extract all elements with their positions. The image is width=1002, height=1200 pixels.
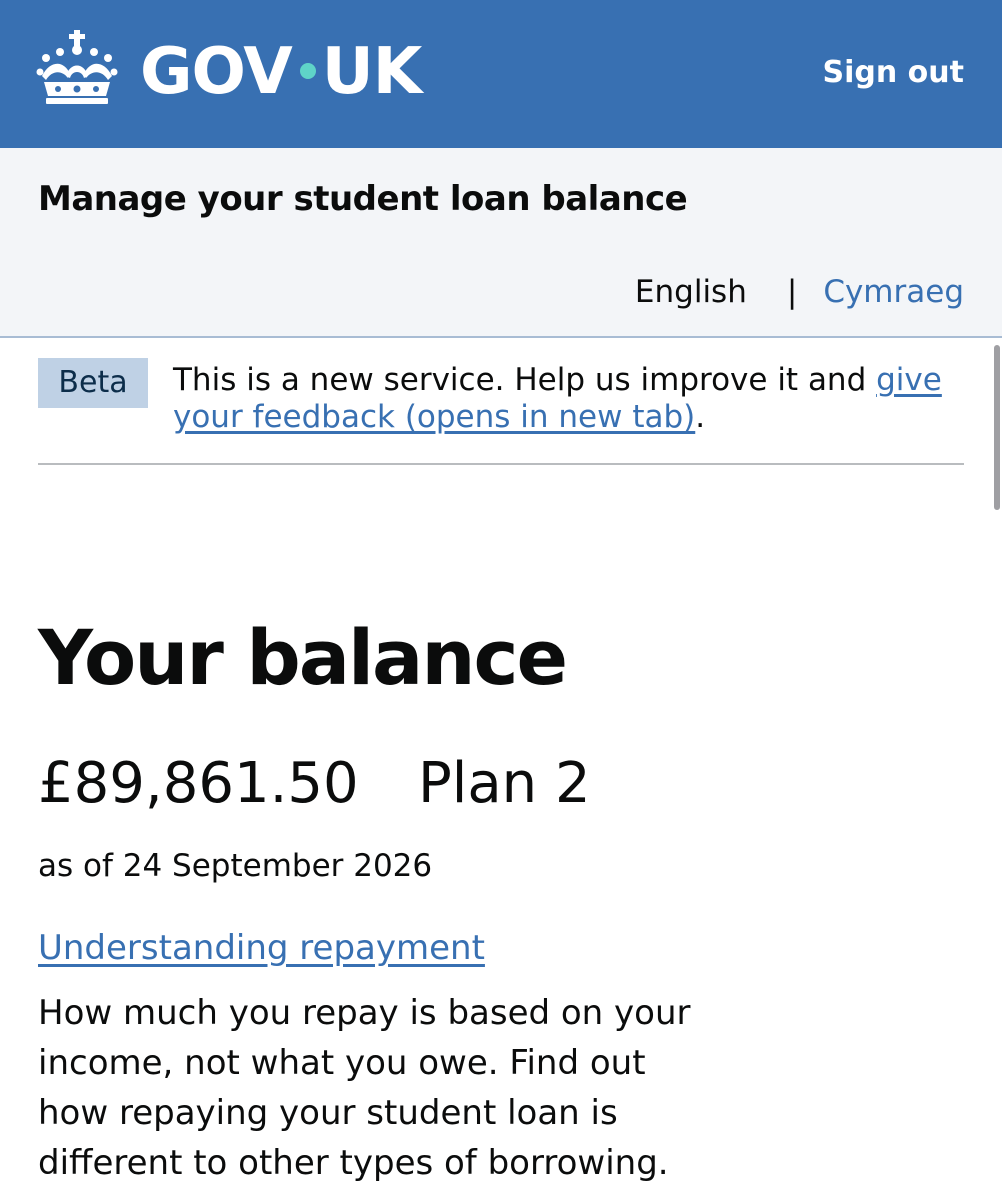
understanding-repayment-link[interactable]: Understanding repayment <box>38 926 485 970</box>
logo-text-uk: UK <box>321 35 423 109</box>
phase-banner-divider <box>38 463 964 465</box>
scrollbar-thumb[interactable] <box>994 345 1000 510</box>
beta-tag: Beta <box>38 358 148 408</box>
language-cymraeg-link[interactable]: Cymraeg <box>823 274 964 310</box>
sign-out-link[interactable]: Sign out <box>823 54 964 92</box>
balance-date: as of 24 September 2026 <box>38 848 433 884</box>
phase-banner-message: This is a new service. Help us improve i… <box>173 362 877 398</box>
service-header: Manage your student loan balance English… <box>0 148 1002 338</box>
crown-icon <box>36 30 118 104</box>
service-name[interactable]: Manage your student loan balance <box>38 178 688 220</box>
balance-amount: £89,861.50 <box>38 751 359 816</box>
phase-banner-text: This is a new service. Help us improve i… <box>173 362 973 436</box>
govuk-header: GOV UK Sign out <box>0 0 1002 148</box>
govuk-logo[interactable]: GOV UK <box>140 34 423 110</box>
understanding-repayment-description: How much you repay is based on your inco… <box>38 993 691 1183</box>
language-english-current: English <box>634 274 747 310</box>
language-switcher: English | Cymraeg <box>635 272 964 312</box>
page-title: Your balance <box>38 613 568 702</box>
loan-plan: Plan 2 <box>418 751 591 816</box>
logo-text-gov: GOV <box>140 35 293 109</box>
logo-dot <box>299 63 316 80</box>
phase-banner-period: . <box>695 399 706 435</box>
language-separator: | <box>786 274 798 310</box>
page: GOV UK Sign out Manage your student loan … <box>0 0 1002 1200</box>
